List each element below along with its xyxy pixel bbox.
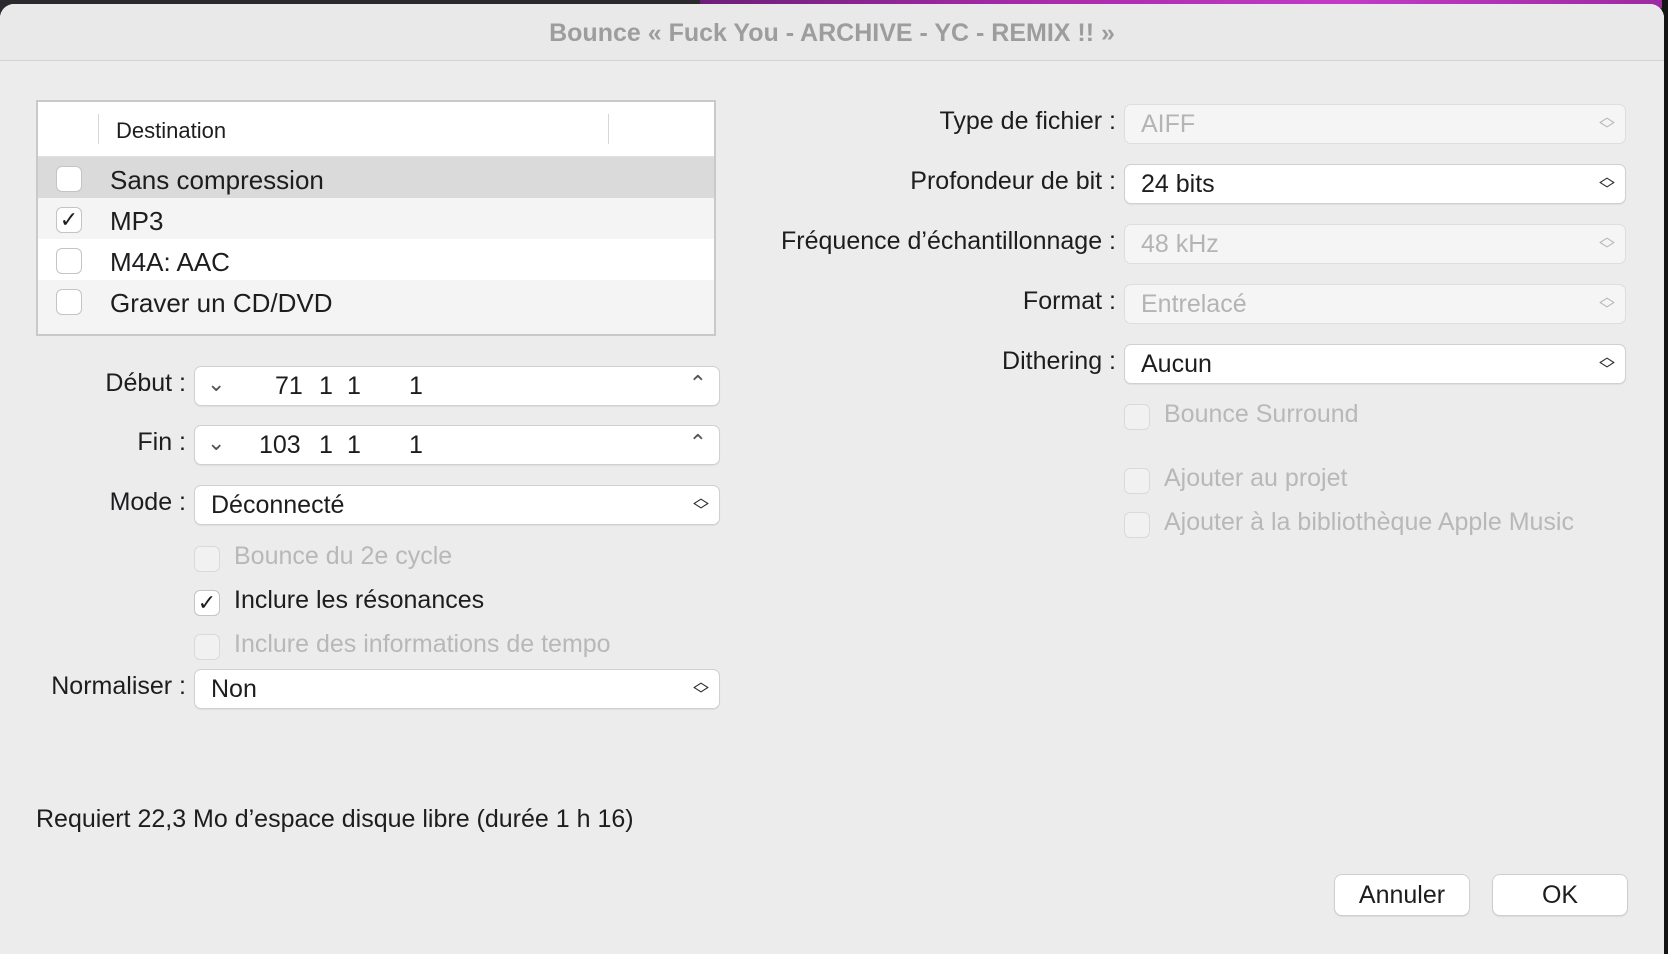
format-label: Format : (1022, 287, 1116, 315)
destination-row-mp3[interactable]: ✓ MP3 (38, 198, 714, 242)
include-tempo-label: Inclure des informations de tempo (234, 630, 611, 658)
column-separator (608, 114, 609, 144)
mode-select[interactable]: Déconnecté ︿ ﹀ (194, 485, 720, 525)
dithering-value: Aucun (1141, 350, 1212, 378)
normalize-label: Normaliser : (51, 672, 186, 700)
dialog-title: Bounce « Fuck You - ARCHIVE - YC - REMIX… (0, 4, 1664, 61)
increment-chevron-icon[interactable]: ⌃ (689, 371, 707, 397)
destination-label: M4A: AAC (110, 247, 230, 277)
format-select[interactable]: Entrelacé ︿ ﹀ (1124, 284, 1626, 324)
cancel-button[interactable]: Annuler (1334, 874, 1470, 916)
file-type-value: AIFF (1141, 110, 1196, 138)
end-label: Fin : (137, 428, 186, 456)
normalize-value: Non (211, 675, 257, 703)
include-tails-label: Inclure les résonances (234, 586, 485, 614)
updown-chevron-icon: ︿ ﹀ (692, 490, 709, 520)
destination-column-header[interactable]: Destination (116, 118, 226, 144)
end-tick[interactable]: 1 (409, 431, 423, 460)
include-tempo-checkbox[interactable] (194, 634, 220, 660)
end-position-field[interactable]: ⌄ 103 1 1 1 ⌃ (194, 425, 720, 465)
start-label: Début : (105, 369, 186, 397)
end-beat[interactable]: 1 (319, 431, 333, 460)
destination-checkbox[interactable] (56, 248, 82, 274)
updown-chevron-icon: ︿ ﹀ (1598, 169, 1615, 199)
add-to-project-checkbox[interactable] (1124, 468, 1150, 494)
bit-depth-label: Profondeur de bit : (910, 167, 1116, 195)
updown-chevron-icon: ︿ ﹀ (692, 674, 709, 704)
dithering-label: Dithering : (1002, 347, 1116, 375)
increment-chevron-icon[interactable]: ⌃ (689, 430, 707, 456)
destination-checkbox[interactable]: ✓ (56, 207, 82, 233)
sample-rate-label: Fréquence d’échantillonnage : (781, 227, 1116, 255)
updown-chevron-icon: ︿ ﹀ (1598, 289, 1615, 319)
column-separator (98, 114, 99, 144)
add-to-music-checkbox[interactable] (1124, 512, 1150, 538)
format-value: Entrelacé (1141, 290, 1247, 318)
destination-label: Sans compression (110, 165, 324, 195)
normalize-select[interactable]: Non ︿ ﹀ (194, 669, 720, 709)
decrement-chevron-icon[interactable]: ⌄ (207, 430, 225, 456)
destination-checkbox[interactable] (56, 166, 82, 192)
bit-depth-select[interactable]: 24 bits ︿ ﹀ (1124, 164, 1626, 204)
destination-checkbox[interactable] (56, 289, 82, 315)
destination-table: Destination Sans compression ✓ MP3 M4A: … (36, 100, 716, 336)
start-tick[interactable]: 1 (409, 372, 423, 401)
destination-label: MP3 (110, 206, 164, 236)
start-beat[interactable]: 1 (319, 372, 333, 401)
ok-button[interactable]: OK (1492, 874, 1628, 916)
updown-chevron-icon: ︿ ﹀ (1598, 229, 1615, 259)
sample-rate-select[interactable]: 48 kHz ︿ ﹀ (1124, 224, 1626, 264)
destination-row-uncompressed[interactable]: Sans compression (38, 157, 714, 201)
mode-label: Mode : (109, 488, 186, 516)
start-division[interactable]: 1 (347, 372, 361, 401)
include-tails-checkbox[interactable]: ✓ (194, 590, 220, 616)
bounce-surround-checkbox[interactable] (1124, 404, 1150, 430)
second-cycle-checkbox[interactable] (194, 546, 220, 572)
dithering-select[interactable]: Aucun ︿ ﹀ (1124, 344, 1626, 384)
destination-table-header: Destination (38, 102, 714, 157)
sample-rate-value: 48 kHz (1141, 230, 1219, 258)
add-to-music-label: Ajouter à la bibliothèque Apple Music (1164, 508, 1574, 536)
file-type-label: Type de fichier : (939, 107, 1116, 135)
destination-label: Graver un CD/DVD (110, 288, 333, 318)
updown-chevron-icon: ︿ ﹀ (1598, 109, 1615, 139)
decrement-chevron-icon[interactable]: ⌄ (207, 371, 225, 397)
bounce-surround-label: Bounce Surround (1164, 400, 1359, 428)
second-cycle-label: Bounce du 2e cycle (234, 542, 453, 570)
destination-row-m4a[interactable]: M4A: AAC (38, 239, 714, 283)
start-position-field[interactable]: ⌄ 71 1 1 1 ⌃ (194, 366, 720, 406)
bounce-dialog: Bounce « Fuck You - ARCHIVE - YC - REMIX… (0, 4, 1664, 954)
add-to-project-label: Ajouter au projet (1164, 464, 1348, 492)
file-type-select[interactable]: AIFF ︿ ﹀ (1124, 104, 1626, 144)
updown-chevron-icon: ︿ ﹀ (1598, 349, 1615, 379)
disk-space-info: Requiert 22,3 Mo d’espace disque libre (… (36, 805, 634, 833)
end-division[interactable]: 1 (347, 431, 361, 460)
mode-value: Déconnecté (211, 491, 345, 519)
bit-depth-value: 24 bits (1141, 170, 1215, 198)
end-bar[interactable]: 103 (259, 431, 301, 460)
start-bar[interactable]: 71 (275, 372, 303, 401)
destination-row-cd[interactable]: Graver un CD/DVD (38, 280, 714, 334)
